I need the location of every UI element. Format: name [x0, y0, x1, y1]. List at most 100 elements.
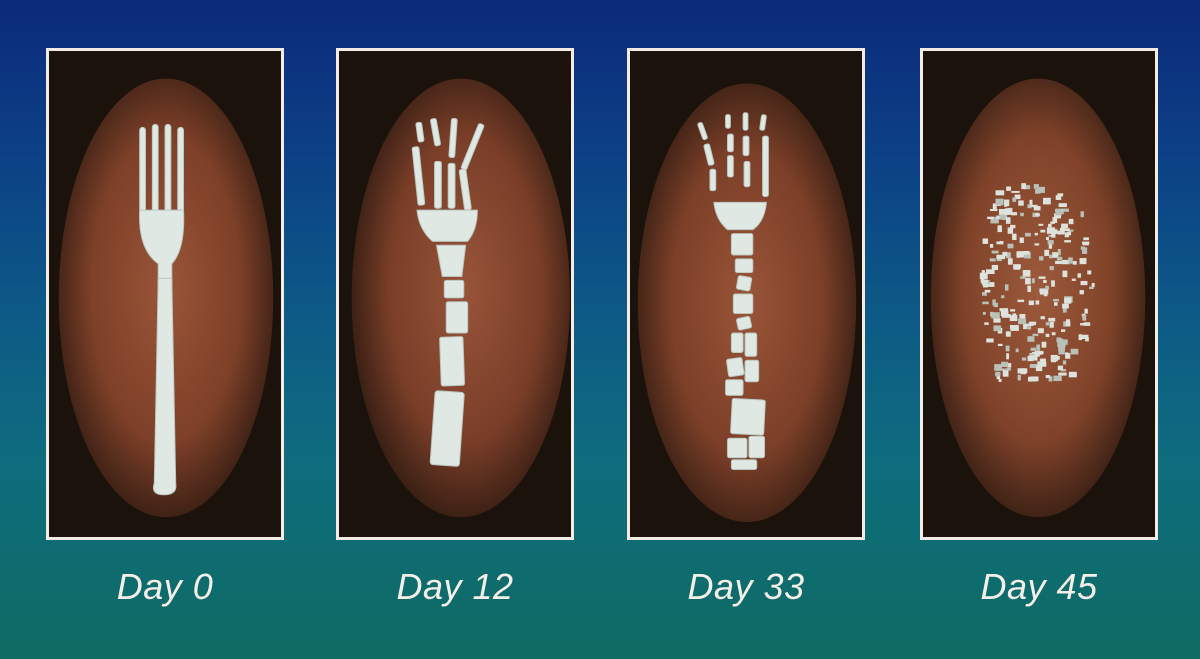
granule: [1061, 223, 1068, 229]
granule: [1058, 372, 1067, 376]
granule: [1038, 276, 1046, 279]
granule: [1021, 357, 1027, 361]
granule: [1054, 302, 1058, 306]
caption-day-0: Day 0: [116, 566, 214, 607]
granule: [1001, 295, 1005, 299]
panel-day-45: [920, 48, 1158, 540]
granule: [1081, 241, 1090, 244]
granule: [1046, 237, 1049, 241]
granule: [1057, 248, 1061, 256]
granule: [982, 238, 989, 244]
granule: [1057, 193, 1064, 197]
granule: [1033, 184, 1039, 189]
granule: [1024, 232, 1031, 237]
granule: [993, 318, 1001, 323]
granule: [1055, 208, 1062, 216]
granule: [990, 220, 999, 223]
granule: [987, 216, 994, 220]
granule: [1002, 370, 1009, 377]
granule: [1005, 217, 1011, 224]
granule: [1080, 280, 1088, 286]
granule: [1013, 265, 1021, 270]
granule: [1019, 313, 1026, 319]
granule: [1069, 229, 1074, 232]
granule: [1010, 309, 1016, 312]
granule: [1051, 230, 1056, 238]
granule: [1081, 334, 1089, 340]
granule: [1012, 233, 1017, 240]
granule: [1007, 227, 1014, 234]
granule: [1061, 329, 1066, 332]
granule: [1066, 319, 1071, 326]
granule: [1005, 345, 1010, 352]
granule: [1056, 256, 1063, 261]
photo-day-45: [923, 54, 1155, 534]
granule: [1038, 223, 1044, 226]
granule: [1080, 211, 1084, 218]
granule: [1045, 322, 1050, 326]
granule: [1045, 375, 1051, 379]
granule: [1039, 289, 1049, 295]
granule: [1019, 237, 1024, 244]
granule: [1057, 230, 1065, 235]
granule: [1072, 261, 1077, 265]
granule: [1051, 280, 1055, 287]
granule: [981, 270, 985, 275]
granule: [1034, 243, 1040, 246]
granule: [1035, 213, 1040, 217]
granule: [989, 243, 994, 248]
granule: [997, 225, 1002, 233]
panel-day-33: [627, 48, 865, 540]
granule: [1004, 210, 1009, 215]
granule: [1043, 279, 1047, 283]
granule: [1027, 336, 1035, 342]
granule: [989, 258, 996, 262]
granule: [996, 254, 1006, 260]
granule: [991, 264, 999, 271]
granule: [1009, 315, 1018, 322]
granule: [1048, 317, 1056, 322]
granule: [1026, 325, 1031, 330]
granule: [984, 289, 991, 293]
granule: [1028, 300, 1034, 306]
granule: [1006, 367, 1011, 371]
granule: [1033, 206, 1041, 211]
granule: [999, 240, 1004, 245]
granule: [1067, 231, 1072, 236]
granule: [1070, 348, 1079, 355]
granule: [1077, 273, 1082, 278]
granule: [1009, 324, 1019, 330]
granule: [1035, 189, 1041, 194]
granule: [1041, 341, 1047, 348]
granule: [999, 308, 1009, 312]
granule: [1089, 286, 1094, 290]
granule: [1059, 338, 1063, 344]
granule: [991, 312, 1000, 319]
granule: [1039, 256, 1044, 261]
granule: [1035, 365, 1043, 372]
granule: [1091, 282, 1095, 288]
granule: [1015, 348, 1019, 353]
granule: [1068, 218, 1074, 225]
granule: [1045, 285, 1049, 290]
granule: [1049, 321, 1054, 328]
panel-day-12: [336, 48, 574, 540]
granule: [1083, 237, 1089, 241]
granule: [1023, 251, 1030, 255]
granule: [1062, 303, 1069, 309]
photo-day-12: [339, 54, 571, 534]
granule: [1010, 224, 1016, 229]
soil-clay: [930, 78, 1146, 518]
granule: [1017, 374, 1021, 381]
granule: [1079, 290, 1084, 295]
granule: [1082, 314, 1087, 321]
granule: [992, 299, 996, 306]
granule: [995, 371, 1001, 377]
granule: [1064, 352, 1069, 355]
granule: [1037, 351, 1044, 355]
granule: [986, 338, 994, 343]
granule: [1011, 190, 1020, 193]
granule: [1037, 361, 1046, 365]
granule: [1045, 333, 1050, 337]
granule: [1034, 232, 1038, 236]
